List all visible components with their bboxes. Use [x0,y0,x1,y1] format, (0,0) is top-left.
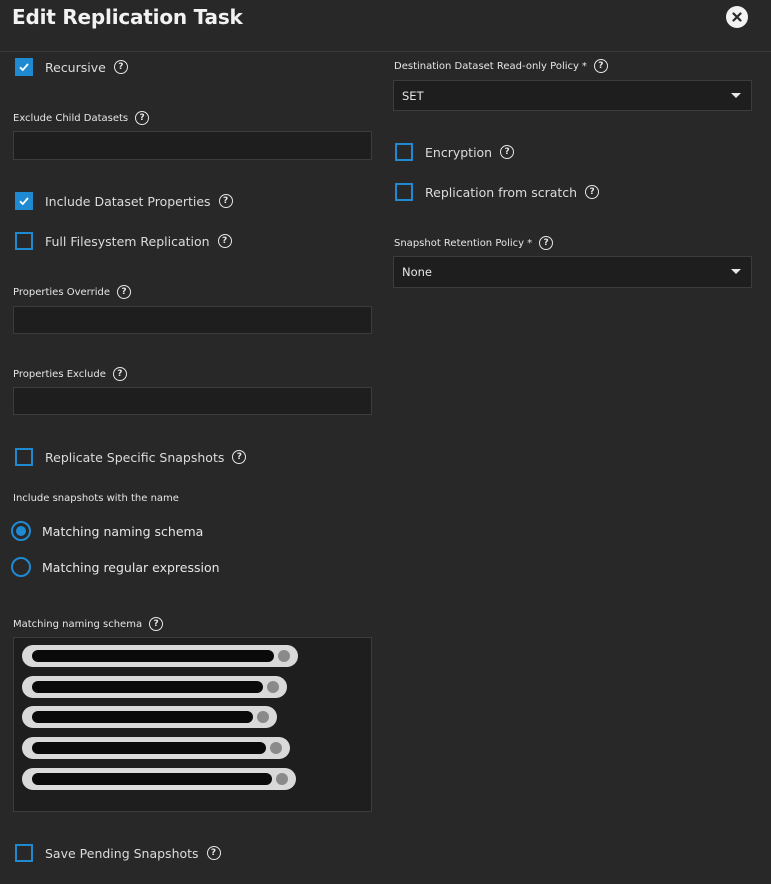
matching-naming-schema-label: Matching naming schema ? [13,617,164,631]
help-circle-icon[interactable]: ? [116,285,131,299]
replication-from-scratch-label: Replication from scratch [425,184,578,200]
chip-text-redacted [32,773,272,785]
encryption-checkbox[interactable] [395,143,413,161]
replicate-specific-snapshots-row[interactable]: Replicate Specific Snapshots ? [15,447,247,467]
replication-from-scratch-row[interactable]: Replication from scratch ? [395,182,600,202]
snapshot-retention-value: None [402,265,433,279]
help-circle-icon[interactable]: ? [135,111,150,125]
help-circle-icon[interactable]: ? [113,60,128,74]
dialog-title: Edit Replication Task [12,5,243,29]
help-circle-icon[interactable]: ? [593,59,608,73]
save-pending-snapshots-row[interactable]: Save Pending Snapshots ? [15,843,221,863]
required-mark: * [527,237,533,249]
help-circle-icon[interactable]: ? [232,450,247,464]
naming-schema-chip[interactable] [22,706,277,728]
replication-from-scratch-checkbox[interactable] [395,183,413,201]
required-mark: * [581,60,587,72]
include-snapshots-label: Include snapshots with the name [13,493,179,504]
exclude-child-datasets-label: Exclude Child Datasets ? [13,111,150,125]
naming-schema-chip[interactable] [22,737,290,759]
chip-text-redacted [32,650,274,662]
snapshot-retention-select[interactable]: None [393,256,752,288]
naming-schema-chip[interactable] [22,676,287,698]
encryption-row[interactable]: Encryption ? [395,142,515,162]
include-dataset-properties-label: Include Dataset Properties [45,193,211,209]
radio-button-selected[interactable] [11,521,31,541]
properties-override-label: Properties Override ? [13,285,131,299]
radio-matching-naming-schema-label: Matching naming schema [42,523,204,539]
close-icon [732,12,742,22]
close-button[interactable] [726,6,748,28]
help-circle-icon[interactable]: ? [149,617,164,631]
save-pending-snapshots-label: Save Pending Snapshots [45,845,199,861]
close-icon[interactable] [276,773,288,785]
include-dataset-properties-checkbox[interactable] [15,192,33,210]
radio-matching-regular-expression-label: Matching regular expression [42,559,220,575]
radio-matching-regular-expression[interactable]: Matching regular expression [11,557,220,577]
replicate-specific-snapshots-label: Replicate Specific Snapshots [45,449,225,465]
properties-exclude-label: Properties Exclude ? [13,367,127,381]
close-icon[interactable] [270,742,282,754]
naming-schema-chip-input[interactable] [13,637,372,812]
properties-override-label-text: Properties Override [13,286,110,298]
save-pending-snapshots-checkbox[interactable] [15,844,33,862]
exclude-child-datasets-label-text: Exclude Child Datasets [13,112,129,124]
chip-text-redacted [32,711,253,723]
naming-schema-chip[interactable] [22,645,298,667]
matching-naming-schema-label-text: Matching naming schema [13,618,143,630]
full-filesystem-replication-row[interactable]: Full Filesystem Replication ? [15,231,232,251]
dialog-header: Edit Replication Task [0,0,771,52]
check-icon [19,63,29,72]
chevron-down-icon [731,92,741,98]
full-filesystem-replication-label: Full Filesystem Replication [45,233,210,249]
radio-button[interactable] [11,557,31,577]
help-circle-icon[interactable]: ? [585,185,600,199]
chip-text-redacted [32,681,263,693]
help-circle-icon[interactable]: ? [206,846,221,860]
properties-override-input[interactable] [13,306,372,334]
exclude-child-datasets-input[interactable] [13,131,372,160]
chip-text-redacted [32,742,266,754]
recursive-checkbox-row[interactable]: Recursive ? [15,57,128,77]
replicate-specific-snapshots-checkbox[interactable] [15,448,33,466]
snapshot-retention-label: Snapshot Retention Policy * ? [394,236,554,250]
help-circle-icon[interactable]: ? [500,145,515,159]
naming-schema-chip[interactable] [22,768,296,790]
recursive-checkbox[interactable] [15,58,33,76]
help-circle-icon[interactable]: ? [539,236,554,250]
check-icon [19,197,29,206]
properties-exclude-label-text: Properties Exclude [13,368,106,380]
include-dataset-properties-row[interactable]: Include Dataset Properties ? [15,191,233,211]
help-circle-icon[interactable]: ? [217,234,232,248]
destination-readonly-label-text: Destination Dataset Read-only Policy [394,60,579,72]
recursive-label: Recursive [45,59,106,75]
full-filesystem-replication-checkbox[interactable] [15,232,33,250]
close-icon[interactable] [267,681,279,693]
chevron-down-icon [731,269,741,274]
destination-readonly-select[interactable]: SET [393,80,752,111]
close-icon[interactable] [257,711,269,723]
help-circle-icon[interactable]: ? [218,194,233,208]
radio-matching-naming-schema[interactable]: Matching naming schema [11,521,203,541]
properties-exclude-input[interactable] [13,387,372,415]
help-circle-icon[interactable]: ? [112,367,127,381]
close-icon[interactable] [278,650,290,662]
destination-readonly-value: SET [402,88,424,103]
encryption-label: Encryption [425,144,493,160]
snapshot-retention-label-text: Snapshot Retention Policy [394,237,525,249]
destination-readonly-label: Destination Dataset Read-only Policy * ? [394,59,608,73]
